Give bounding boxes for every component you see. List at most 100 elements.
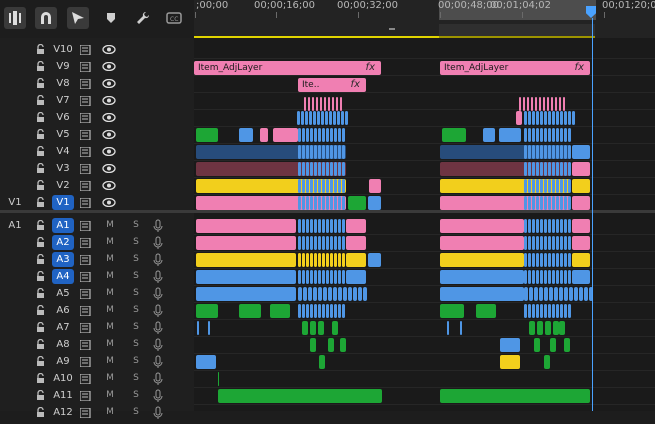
clip-segment[interactable]	[310, 236, 313, 250]
clip[interactable]	[196, 236, 296, 250]
clip-segment[interactable]	[342, 145, 345, 159]
clip[interactable]	[500, 338, 520, 352]
clip[interactable]	[440, 304, 464, 318]
clip-segment[interactable]	[540, 236, 543, 250]
eye-icon[interactable]	[102, 178, 116, 193]
mic-icon[interactable]	[153, 286, 163, 301]
clip[interactable]	[260, 128, 268, 142]
clip-segment[interactable]	[528, 162, 531, 176]
clip[interactable]	[483, 128, 495, 142]
clip-segment[interactable]	[305, 111, 308, 125]
clip-segment[interactable]	[310, 304, 313, 318]
clip-segment[interactable]	[532, 128, 535, 142]
clip-segment[interactable]	[338, 145, 341, 159]
track-name[interactable]: V3	[52, 161, 74, 176]
mute-button[interactable]: M	[104, 235, 116, 250]
clip-segment[interactable]	[568, 179, 571, 193]
track-name[interactable]: V1	[52, 195, 74, 210]
clip-segment[interactable]	[322, 196, 325, 210]
clip[interactable]	[572, 253, 590, 267]
clip-segment[interactable]	[330, 145, 333, 159]
clip-segment[interactable]	[345, 111, 348, 125]
clip[interactable]	[346, 219, 366, 233]
clip[interactable]	[346, 236, 366, 250]
track-name[interactable]: A9	[52, 354, 74, 369]
clip-segment[interactable]	[552, 236, 555, 250]
clip-segment[interactable]	[551, 97, 553, 111]
clip-segment[interactable]	[524, 219, 527, 233]
clip-segment[interactable]	[564, 236, 567, 250]
clip-segment[interactable]	[324, 97, 326, 111]
clip-segment[interactable]	[548, 128, 551, 142]
clip-segment[interactable]	[310, 253, 313, 267]
clip-segment[interactable]	[318, 321, 324, 335]
clip-segment[interactable]	[544, 253, 547, 267]
clip-segment[interactable]	[556, 111, 559, 125]
lock-icon[interactable]	[35, 354, 45, 369]
clip-segment[interactable]	[326, 304, 329, 318]
clip-segment[interactable]	[314, 128, 317, 142]
clip-segment[interactable]	[338, 179, 341, 193]
clip-segment[interactable]	[322, 179, 325, 193]
mic-icon[interactable]	[153, 354, 163, 369]
eye-icon[interactable]	[102, 195, 116, 210]
clip-segment[interactable]	[342, 128, 345, 142]
clip-segment[interactable]	[564, 128, 567, 142]
clip-segment[interactable]	[519, 97, 521, 111]
clip-segment[interactable]	[330, 219, 333, 233]
clip-segment[interactable]	[322, 162, 325, 176]
clip-segment[interactable]	[306, 219, 309, 233]
clip-segment[interactable]	[527, 97, 529, 111]
clip[interactable]	[572, 236, 590, 250]
lock-icon[interactable]	[35, 252, 45, 267]
clip-segment[interactable]	[560, 219, 563, 233]
clip-segment[interactable]	[528, 304, 531, 318]
clip-segment[interactable]	[552, 128, 555, 142]
clip[interactable]	[328, 338, 334, 352]
clip[interactable]	[239, 128, 253, 142]
clip[interactable]	[340, 338, 346, 352]
clip-segment[interactable]	[540, 219, 543, 233]
clip-segment[interactable]	[334, 253, 337, 267]
clip[interactable]	[460, 321, 462, 335]
clip-segment[interactable]	[564, 179, 567, 193]
clip-segment[interactable]	[343, 287, 347, 301]
clip-segment[interactable]	[556, 304, 559, 318]
lock-icon[interactable]	[35, 320, 45, 335]
clip-segment[interactable]	[536, 179, 539, 193]
lock-icon[interactable]	[35, 161, 45, 176]
mute-button[interactable]: M	[104, 286, 116, 301]
lock-icon[interactable]	[35, 303, 45, 318]
clip-segment[interactable]	[549, 287, 553, 301]
track-name[interactable]: A8	[52, 337, 74, 352]
clip-segment[interactable]	[556, 270, 559, 284]
clip-segment[interactable]	[318, 236, 321, 250]
clip-segment[interactable]	[338, 128, 341, 142]
clip-segment[interactable]	[532, 162, 535, 176]
clip-segment[interactable]	[302, 253, 305, 267]
clip-segment[interactable]	[584, 287, 588, 301]
clip-segment[interactable]	[528, 219, 531, 233]
lock-icon[interactable]	[35, 371, 45, 386]
clip-segment[interactable]	[568, 145, 571, 159]
clip-segment[interactable]	[298, 145, 301, 159]
clip-segment[interactable]	[579, 287, 583, 301]
mute-button[interactable]: M	[104, 218, 116, 233]
clip-segment[interactable]	[528, 270, 531, 284]
clip-segment[interactable]	[314, 145, 317, 159]
clip-segment[interactable]	[548, 219, 551, 233]
clip-segment[interactable]	[556, 253, 559, 267]
clip[interactable]	[572, 219, 590, 233]
video-audio-divider[interactable]	[0, 210, 655, 213]
clip-segment[interactable]	[342, 219, 345, 233]
sync-lock-icon[interactable]	[80, 320, 92, 335]
clip[interactable]	[310, 338, 316, 352]
clip-segment[interactable]	[302, 196, 305, 210]
clip-segment[interactable]	[301, 111, 304, 125]
clip-segment[interactable]	[552, 179, 555, 193]
clip-segment[interactable]	[318, 179, 321, 193]
solo-button[interactable]: S	[130, 235, 142, 250]
clip-segment[interactable]	[348, 287, 352, 301]
mute-button[interactable]: M	[104, 303, 116, 318]
clip-segment[interactable]	[310, 219, 313, 233]
